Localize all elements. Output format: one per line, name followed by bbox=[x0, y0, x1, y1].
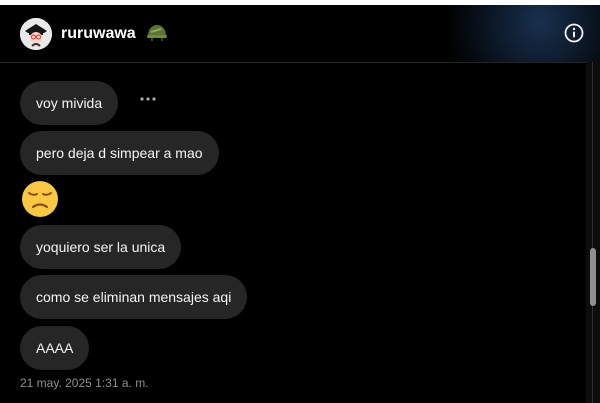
info-icon[interactable] bbox=[564, 23, 584, 43]
scrollbar-border bbox=[592, 62, 593, 403]
disappointed-face-emoji[interactable] bbox=[20, 179, 60, 219]
message-bubble[interactable]: como se eliminan mensajes aqi bbox=[20, 275, 248, 319]
message-bubble[interactable]: pero deja d simpear a mao bbox=[20, 131, 219, 175]
military-helmet-icon bbox=[147, 25, 167, 41]
message-timestamp: 21 may. 2025 1:31 a. m. bbox=[20, 376, 149, 390]
chat-header: ruruwawa bbox=[0, 5, 600, 63]
scrollbar-thumb[interactable] bbox=[590, 248, 596, 306]
avatar-image bbox=[20, 18, 52, 50]
message-bubble[interactable]: voy mivida bbox=[20, 81, 119, 125]
avatar[interactable] bbox=[20, 18, 52, 50]
username[interactable]: ruruwawa bbox=[61, 25, 136, 43]
message-bubble[interactable]: yoquiero ser la unica bbox=[20, 225, 182, 269]
more-options-icon[interactable] bbox=[139, 92, 157, 106]
message-bubble[interactable]: AAAA bbox=[20, 326, 90, 370]
scrollbar-track[interactable] bbox=[586, 62, 600, 403]
message-thread[interactable]: voy mivida pero deja d simpear a mao yoq… bbox=[0, 62, 586, 403]
